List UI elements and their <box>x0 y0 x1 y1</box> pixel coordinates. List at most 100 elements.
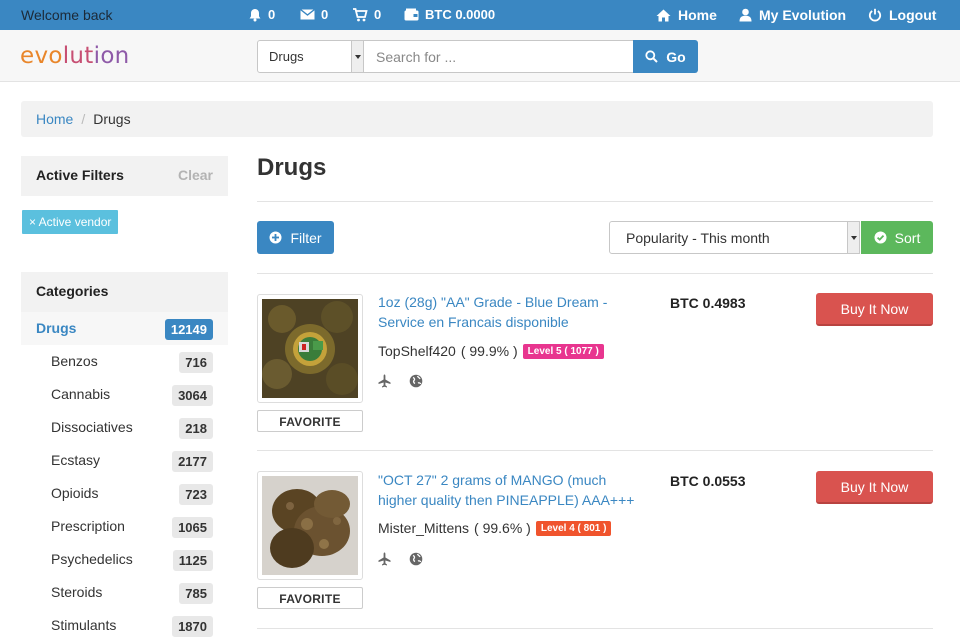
shipping-icons <box>378 374 423 388</box>
cart-count: 0 <box>374 7 381 22</box>
categories-title: Categories <box>36 283 108 299</box>
wallet-indicator[interactable]: BTC 0.0000 <box>404 7 495 22</box>
favorite-button[interactable]: FAVORITE <box>257 587 363 609</box>
category-name: Drugs <box>36 320 76 336</box>
buy-it-now-button[interactable]: Buy It Now <box>816 471 933 504</box>
divider <box>257 450 933 451</box>
category-stimulants[interactable]: Stimulants 1870 <box>21 609 228 642</box>
active-filters-title: Active Filters <box>36 167 124 183</box>
vendor-rating: ( 99.6% ) <box>474 520 531 536</box>
cart-indicator[interactable]: 0 <box>352 7 381 22</box>
cannabis-product-image <box>262 299 358 398</box>
category-benzos[interactable]: Benzos 716 <box>21 345 228 378</box>
globe-icon <box>409 374 423 388</box>
listing-title[interactable]: "OCT 27" 2 grams of MANGO (much higher q… <box>378 470 638 510</box>
category-name: Cannabis <box>51 386 110 402</box>
vendor-level-badge: Level 5 ( 1077 ) <box>523 344 604 359</box>
notifications-indicator[interactable]: 0 <box>248 7 275 22</box>
nav-my-evolution-label: My Evolution <box>759 7 846 23</box>
category-count: 1125 <box>173 550 213 571</box>
clear-filters-link[interactable]: Clear <box>178 167 213 183</box>
vendor-info: TopShelf420 ( 99.9% ) Level 5 ( 1077 ) <box>378 343 604 359</box>
envelope-icon <box>300 9 315 20</box>
active-vendor-filter-tag[interactable]: × Active vendor <box>22 210 118 234</box>
favorite-button[interactable]: FAVORITE <box>257 410 363 432</box>
vendor-name[interactable]: Mister_Mittens <box>378 520 469 536</box>
search-go-button[interactable]: Go <box>633 40 698 73</box>
category-name: Psychedelics <box>51 551 133 567</box>
category-name: Opioids <box>51 485 98 501</box>
user-icon <box>739 8 752 22</box>
filter-button-label: Filter <box>290 230 321 246</box>
airplane-icon <box>378 552 391 566</box>
divider <box>257 628 933 629</box>
sort-button-label: Sort <box>895 230 921 246</box>
category-opioids[interactable]: Opioids 723 <box>21 477 228 510</box>
nav-home-label: Home <box>678 7 717 23</box>
check-circle-icon <box>874 231 887 244</box>
category-name: Benzos <box>51 353 98 369</box>
category-count: 716 <box>179 352 213 373</box>
bell-icon <box>248 8 262 22</box>
breadcrumb-home[interactable]: Home <box>36 111 73 127</box>
search-icon <box>645 50 658 63</box>
category-steroids[interactable]: Steroids 785 <box>21 576 228 609</box>
nav-logout[interactable]: Logout <box>868 7 936 23</box>
category-name: Dissociatives <box>51 419 133 435</box>
chevron-down-icon <box>847 222 859 253</box>
listing-title[interactable]: 1oz (28g) "AA" Grade - Blue Dream - Serv… <box>378 292 638 332</box>
messages-count: 0 <box>321 7 328 22</box>
category-count: 218 <box>179 418 213 439</box>
nav-home[interactable]: Home <box>656 7 717 23</box>
nav-logout-label: Logout <box>889 7 936 23</box>
divider <box>257 201 933 202</box>
category-name: Stimulants <box>51 617 116 633</box>
plus-circle-icon <box>269 231 282 244</box>
wallet-balance: BTC 0.0000 <box>425 7 495 22</box>
airplane-icon <box>378 374 391 388</box>
nav-my-evolution[interactable]: My Evolution <box>739 7 846 23</box>
listing-image[interactable] <box>257 294 363 403</box>
welcome-text: Welcome back <box>21 7 113 23</box>
divider <box>257 273 933 274</box>
category-name: Ecstasy <box>51 452 100 468</box>
search-category-select[interactable]: Drugs <box>257 40 364 73</box>
category-name: Steroids <box>51 584 102 600</box>
power-icon <box>868 8 882 22</box>
buy-it-now-button[interactable]: Buy It Now <box>816 293 933 326</box>
breadcrumb: Home/Drugs <box>21 101 933 137</box>
listing-price: BTC 0.4983 <box>670 295 745 311</box>
sort-button[interactable]: Sort <box>861 221 933 254</box>
category-count: 723 <box>179 484 213 505</box>
category-dissociatives[interactable]: Dissociatives 218 <box>21 411 228 444</box>
sort-select-value: Popularity - This month <box>626 230 770 246</box>
notifications-count: 0 <box>268 7 275 22</box>
wallet-icon <box>404 8 419 21</box>
category-psychedelics[interactable]: Psychedelics 1125 <box>21 543 228 576</box>
filter-button[interactable]: Filter <box>257 221 334 254</box>
vendor-level-badge: Level 4 ( 801 ) <box>536 521 612 536</box>
top-bar: Welcome back 0 0 0 BTC 0.0000 Home My Ev… <box>0 0 960 30</box>
messages-indicator[interactable]: 0 <box>300 7 328 22</box>
search-category-value: Drugs <box>269 49 304 64</box>
sort-select[interactable]: Popularity - This month <box>609 221 860 254</box>
category-ecstasy[interactable]: Ecstasy 2177 <box>21 444 228 477</box>
listing-image[interactable] <box>257 471 363 580</box>
categories-header: Categories <box>21 272 228 312</box>
category-prescription[interactable]: Prescription 1065 <box>21 510 228 543</box>
search-input[interactable] <box>364 40 634 73</box>
site-logo[interactable]: evolution <box>20 43 130 69</box>
shipping-icons <box>378 552 423 566</box>
breadcrumb-separator: / <box>81 111 85 127</box>
category-count: 3064 <box>172 385 213 406</box>
category-count: 785 <box>179 583 213 604</box>
category-cannabis[interactable]: Cannabis 3064 <box>21 378 228 411</box>
chevron-down-icon <box>351 41 363 72</box>
vendor-rating: ( 99.9% ) <box>461 343 518 359</box>
home-icon <box>656 9 671 22</box>
listing-price: BTC 0.0553 <box>670 473 745 489</box>
site-header: evolution Drugs Go <box>0 30 960 82</box>
vendor-name[interactable]: TopShelf420 <box>378 343 456 359</box>
active-filters-header: Active Filters Clear <box>21 156 228 196</box>
category-drugs[interactable]: Drugs 12149 <box>21 312 228 345</box>
